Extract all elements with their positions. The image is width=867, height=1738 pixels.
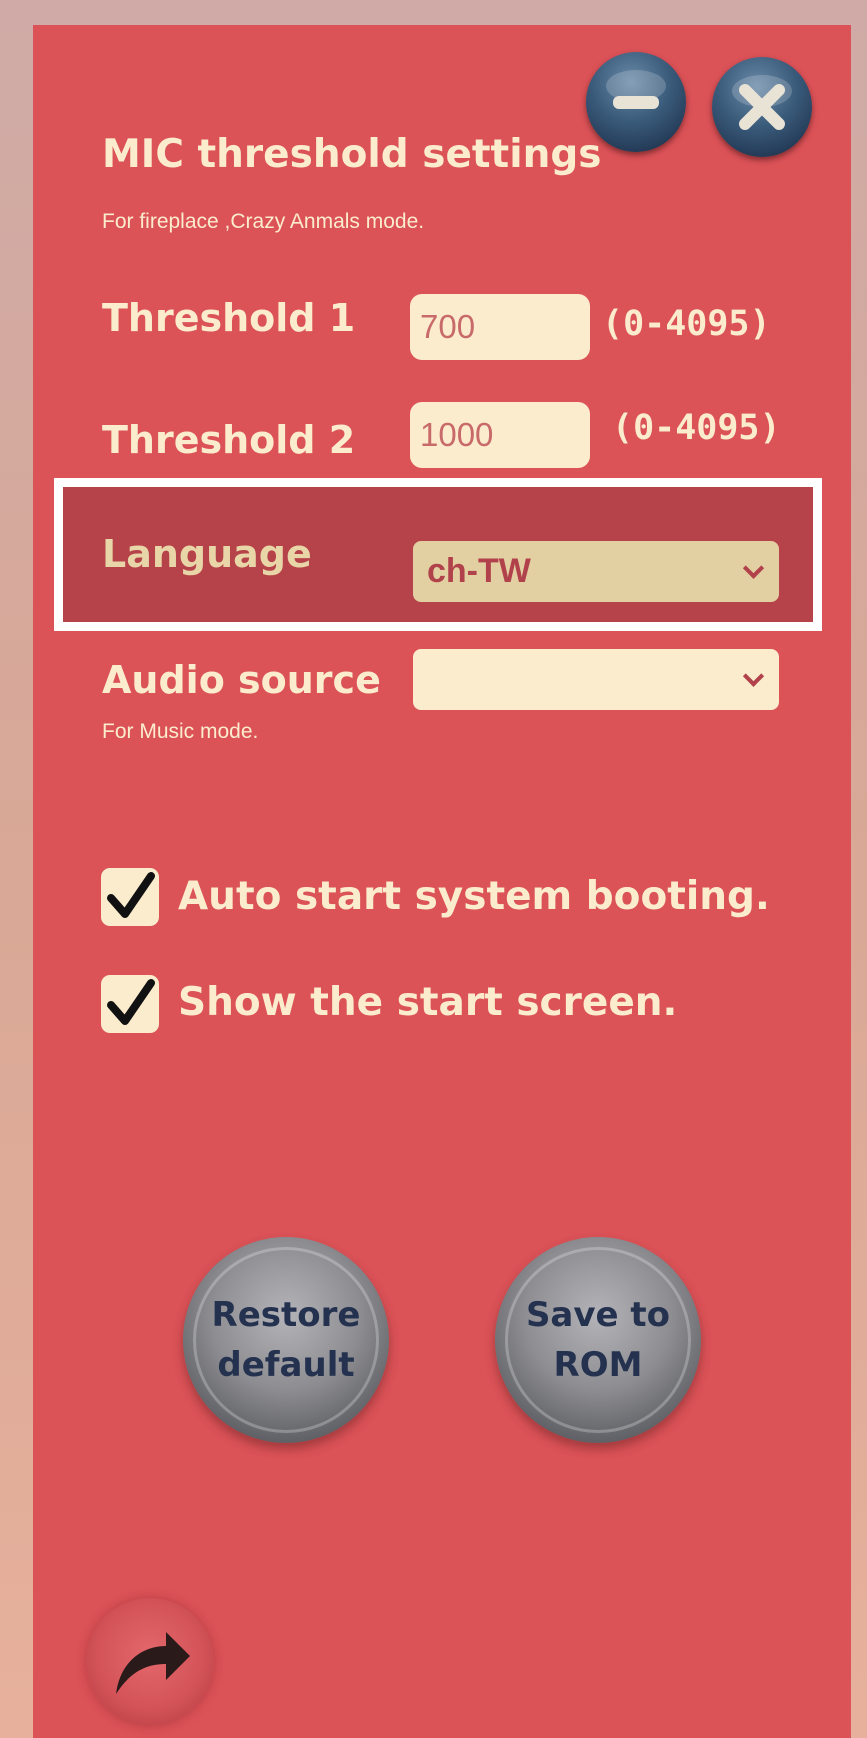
page-title: MIC threshold settings (102, 132, 602, 177)
threshold-1-input[interactable]: 700 (410, 294, 590, 360)
share-button[interactable] (86, 1598, 214, 1726)
auto-start-checkbox[interactable] (101, 868, 159, 926)
restore-default-label: Restore default (212, 1290, 361, 1390)
threshold-2-label: Threshold 2 (102, 418, 356, 462)
auto-start-label: Auto start system booting. (178, 874, 770, 919)
save-line-1: Save to (525, 1295, 671, 1335)
save-line-2: ROM (553, 1345, 643, 1385)
save-to-rom-label: Save to ROM (526, 1290, 670, 1390)
audio-source-select[interactable] (413, 649, 779, 710)
chevron-down-icon (742, 557, 765, 579)
restore-line-2: default (217, 1345, 355, 1385)
threshold-2-range: (0-4095) (612, 408, 781, 448)
show-start-screen-label: Show the start screen. (178, 980, 678, 1025)
save-to-rom-button[interactable]: Save to ROM (495, 1237, 701, 1443)
restore-default-button[interactable]: Restore default (183, 1237, 389, 1443)
threshold-1-range: (0-4095) (602, 304, 771, 344)
close-button[interactable] (712, 57, 812, 157)
language-select[interactable]: ch-TW (413, 541, 779, 602)
language-label: Language (102, 532, 312, 576)
show-start-screen-checkbox[interactable] (101, 975, 159, 1033)
checkmark-icon (107, 872, 155, 918)
close-icon (732, 75, 792, 130)
threshold-2-input[interactable]: 1000 (410, 402, 590, 468)
page-subtitle: For fireplace ,Crazy Anmals mode. (102, 210, 425, 233)
audio-source-label: Audio source (102, 658, 381, 702)
threshold-1-label: Threshold 1 (102, 296, 356, 340)
checkmark-icon (107, 979, 155, 1025)
language-selected-value: ch-TW (427, 552, 531, 590)
share-arrow-icon (116, 1632, 190, 1694)
chevron-down-icon (742, 665, 765, 687)
restore-line-1: Restore (211, 1295, 361, 1335)
audio-source-note: For Music mode. (102, 720, 259, 743)
